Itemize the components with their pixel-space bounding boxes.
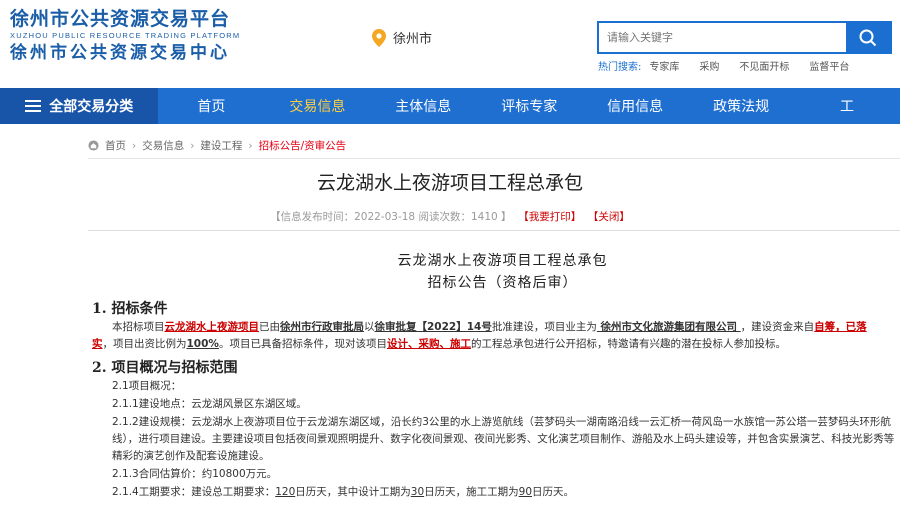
publish-date: 2022-03-18	[354, 211, 416, 223]
page-title: 云龙湖水上夜游项目工程总承包	[316, 172, 583, 194]
all-categories-button[interactable]: 全部交易分类	[0, 88, 159, 124]
breadcrumb-trading-info[interactable]: 交易信息	[142, 138, 184, 153]
nav-item-policy[interactable]: 政策法规	[688, 88, 794, 124]
breadcrumb: 首页 › 交易信息 › 建设工程 › 招标公告/资审公告	[88, 138, 346, 153]
chevron-right-icon: ›	[248, 139, 253, 152]
meta-suffix: 】	[501, 211, 512, 223]
city-label: 徐州市	[393, 32, 433, 47]
all-categories-label: 全部交易分类	[49, 99, 134, 115]
meta-prefix: 【信息发布时间：	[270, 211, 355, 223]
breadcrumb-current[interactable]: 招标公告/资审公告	[259, 138, 347, 153]
views-count: 1410	[470, 211, 498, 223]
chevron-right-icon: ›	[190, 139, 195, 152]
document-title: 云龙湖水上夜游项目工程总承包	[397, 253, 608, 269]
list-item: 2.1.2建设规模：云龙湖水上夜游项目位于云龙湖东湖区域，沿长约3公里的水上游览…	[112, 416, 895, 462]
nav-item-credit[interactable]: 信用信息	[582, 88, 688, 124]
hot-searches: 热门搜索: 专家库 采购 不见面开标 监督平台	[598, 58, 849, 73]
breadcrumb-construction[interactable]: 建设工程	[200, 138, 242, 153]
list-item: 2.1.3合同估算价：约10800万元。	[112, 468, 278, 480]
close-button[interactable]: 【关闭】	[588, 211, 630, 223]
article-meta: 【信息发布时间：2022-03-18 阅读次数：1410 】 【我要打印】 【关…	[0, 209, 900, 224]
site-logo[interactable]: 徐州市公共资源交易平台 XUZHOU PUBLIC RESOURCE TRADI…	[10, 8, 240, 64]
list-item: 2.1.4工期要求：建设总工期要求：120日历天，其中设计工期为30日历天，施工…	[112, 486, 575, 498]
list-item: 2.1项目概况：	[112, 380, 182, 392]
location-pin-icon	[372, 28, 386, 47]
section-paragraph: 本招标项目云龙湖水上夜游项目已由徐州市行政审批局以徐审批复【2022】14号批准…	[92, 321, 867, 350]
city-selector[interactable]: 徐州市	[372, 28, 432, 47]
nav-item-trading-info[interactable]: 交易信息	[264, 88, 370, 124]
nav-item-more[interactable]: 工	[794, 88, 900, 124]
section-heading: 2. 项目概况与招标范围	[92, 360, 238, 376]
logo-subtitle: 徐州市公共资源交易中心	[10, 43, 230, 63]
logo-title: 徐州市公共资源交易平台	[10, 8, 231, 30]
views-label: 阅读次数：	[418, 211, 471, 223]
nav-item-entity-info[interactable]: 主体信息	[370, 88, 476, 124]
hot-search-item[interactable]: 专家库	[649, 58, 679, 73]
site-header: 徐州市公共资源交易平台 XUZHOU PUBLIC RESOURCE TRADI…	[0, 0, 900, 88]
title-divider	[88, 230, 900, 231]
chevron-right-icon: ›	[132, 139, 137, 152]
breadcrumb-home[interactable]: 首页	[105, 138, 126, 153]
logo-english: XUZHOU PUBLIC RESOURCE TRADING PLATFORM	[10, 31, 241, 40]
search-box	[597, 21, 892, 54]
section-heading: 1. 招标条件	[92, 301, 168, 317]
nav-item-experts[interactable]: 评标专家	[476, 88, 582, 124]
list-item: 2.1.1建设地点：云龙湖风景区东湖区域。	[112, 398, 307, 410]
main-nav: 全部交易分类 首页 交易信息 主体信息 评标专家 信用信息 政策法规 工	[0, 88, 900, 124]
nav-item-home[interactable]: 首页	[158, 88, 264, 124]
menu-icon	[25, 100, 42, 112]
home-icon	[88, 140, 99, 151]
hot-search-item[interactable]: 不见面开标	[739, 58, 789, 73]
search-button[interactable]	[846, 23, 890, 52]
search-icon	[859, 29, 877, 46]
hot-search-label: 热门搜索:	[598, 62, 642, 73]
search-input[interactable]	[599, 23, 846, 52]
document-subtitle: 招标公告（资格后审）	[427, 275, 578, 291]
hot-search-item[interactable]: 监督平台	[809, 58, 849, 73]
print-button[interactable]: 【我要打印】	[518, 211, 581, 223]
hot-search-item[interactable]: 采购	[699, 58, 719, 73]
breadcrumb-divider	[88, 158, 900, 159]
